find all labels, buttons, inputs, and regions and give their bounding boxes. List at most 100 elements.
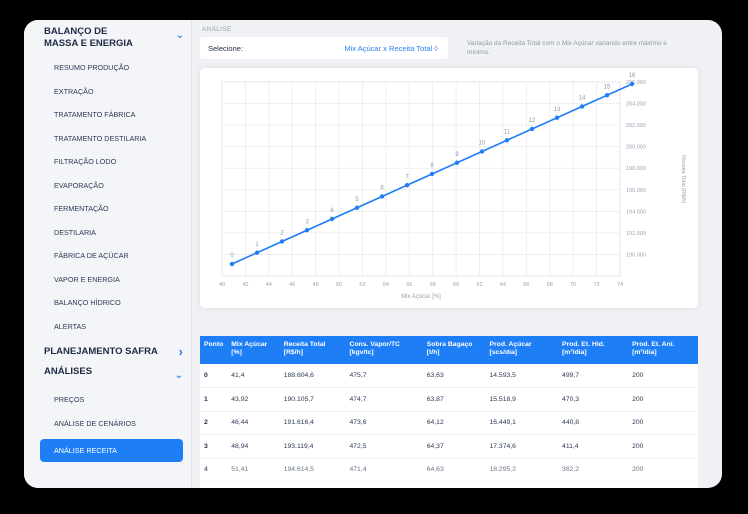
data-point <box>329 216 335 222</box>
sidebar-item-fabrica-de-acucar[interactable]: FÁBRICA DE AÇÚCAR <box>24 244 191 268</box>
point-label: 9 <box>455 152 459 158</box>
table-cell: 64,12 <box>422 411 486 435</box>
sidebar-item-filtracao-lodo[interactable]: FILTRAÇÃO LODO <box>24 150 191 174</box>
sidebar-item-alertas[interactable]: ALERTAS <box>24 315 191 339</box>
revenue-line-chart: 40 42 44 46 48 50 52 54 56 58 60 62 64 66 68 70 72 74190.… <box>219 73 686 300</box>
selector-value[interactable]: Mix Açúcar x Receita Total ◊ <box>344 44 438 53</box>
sidebar-item-extracao[interactable]: EXTRAÇÃO <box>24 80 191 104</box>
table-cell: 64,63 <box>422 458 486 482</box>
table-row: 0 41,4 188.604,6 475,7 63,63 14.593,5 499,7 200 <box>200 364 698 388</box>
sidebar-item-evaporacao[interactable]: EVAPORAÇÃO <box>24 174 191 198</box>
data-point <box>304 228 310 233</box>
table-cell: 5 <box>200 481 228 488</box>
sidebar-item-destilaria[interactable]: DESTILARIA <box>24 221 191 245</box>
point-label: 16 <box>629 73 636 79</box>
data-point <box>479 149 485 154</box>
results-table: Ponto Mix Açúcar [%] Receita Total [R$/h] C… <box>200 336 698 488</box>
sidebar-section-title: PLANEJAMENTO SAFRA <box>44 346 158 357</box>
chevron-down-icon[interactable]: ⌄ <box>176 30 184 42</box>
x-tick-label: 64 <box>500 282 506 288</box>
x-tick-label: 66 <box>523 282 529 288</box>
table-cell: 19.895,2 <box>485 481 559 488</box>
data-point <box>579 104 585 109</box>
table-cell: 200 <box>628 481 698 488</box>
point-label: 3 <box>305 219 309 225</box>
table-cell: 197.160,4 <box>279 481 346 488</box>
data-point <box>254 250 260 255</box>
table-cell: 65,04 <box>422 481 486 488</box>
table-cell: 475,7 <box>345 364 423 388</box>
chevron-down-icon[interactable]: ⌄ <box>175 370 183 382</box>
data-point <box>629 81 635 87</box>
data-point <box>604 93 610 98</box>
y-tick-label: 200.000 <box>626 145 646 151</box>
x-tick-label: 52 <box>359 282 365 288</box>
data-point <box>379 194 385 199</box>
sidebar-item-tratamento-destilaria[interactable]: TRATAMENTO DESTILARIA <box>24 127 191 151</box>
breadcrumb: ANÁLISE <box>202 26 232 33</box>
table-cell: 200 <box>628 387 698 412</box>
table-cell: 440,8 <box>558 411 629 435</box>
point-label: 2 <box>280 231 284 237</box>
x-axis-label: Mix Açúcar [%] <box>401 294 441 300</box>
table-cell: 188.604,6 <box>279 364 346 388</box>
analysis-selector[interactable]: Selecione: Mix Açúcar x Receita Total ◊ <box>200 37 448 59</box>
table-cell: 470,3 <box>558 387 629 412</box>
table-cell: 41,4 <box>227 364 280 388</box>
y-tick-label: 202.000 <box>626 123 646 129</box>
data-point <box>404 183 410 188</box>
sidebar-item-tratamento-fabrica[interactable]: TRATAMENTO FÁBRICA <box>24 103 191 127</box>
column-header-prod-acucar-scs-dia: Prod. Açúcar [scs/dia] <box>489 341 532 356</box>
sidebar-section-balanco-de-massa-e-energia[interactable]: BALANÇO DE MASSA E ENERGIA ⌄ <box>24 26 192 50</box>
table-cell: 472,5 <box>345 434 423 459</box>
table-cell: 191.616,4 <box>279 411 346 435</box>
table-cell: 194.614,5 <box>279 458 346 482</box>
sidebar-item-vapor-e-energia[interactable]: VAPOR E ENERGIA <box>24 268 191 292</box>
selector-label: Selecione: <box>208 44 244 53</box>
sidebar-section-planejamento-safra[interactable]: PLANEJAMENTO SAFRA › <box>24 345 191 358</box>
table-cell: 2 <box>200 411 228 435</box>
table-cell: 473,6 <box>345 411 423 435</box>
sidebar-item-analise-receita[interactable]: ANÁLISE RECEITA <box>40 439 183 462</box>
data-point <box>554 115 560 120</box>
x-tick-label: 68 <box>547 282 553 288</box>
table-row: 2 46,44 191.616,4 473,6 64,12 16.449,1 440,8 20… <box>200 411 698 435</box>
point-label: 6 <box>380 186 384 192</box>
x-tick-label: 70 <box>570 282 576 288</box>
table-cell: 331,1 <box>558 481 629 488</box>
table-row: 4 51,41 194.614,5 471,4 64,63 18.295,2 382,2 20… <box>200 458 698 482</box>
x-tick-label: 56 <box>406 282 412 288</box>
sidebar-item-analise-de-cenarios[interactable]: ANÁLISE DE CENÁRIOS <box>24 412 191 436</box>
x-tick-label: 44 <box>266 282 272 288</box>
x-tick-label: 42 <box>242 282 248 288</box>
point-label: 1 <box>255 242 259 248</box>
table-cell: 4 <box>200 458 228 482</box>
x-tick-label: 46 <box>289 282 295 288</box>
x-tick-label: 50 <box>336 282 342 288</box>
table-cell: 1 <box>200 387 228 412</box>
x-tick-label: 58 <box>430 282 436 288</box>
table-cell: 55,68 <box>227 481 280 488</box>
point-label: 15 <box>604 84 611 90</box>
chevron-right-icon[interactable]: › <box>179 345 183 358</box>
x-tick-label: 72 <box>594 282 600 288</box>
sidebar-item-resumo-producao[interactable]: RESUMO PRODUÇÃO <box>24 56 191 80</box>
column-header-prod-et-hid-m-dia: Prod. Et. Hid. [m³/dia] <box>562 341 605 356</box>
column-header-receita-total-r-h: Receita Total [R$/h] <box>283 341 326 356</box>
sidebar-section-analises[interactable]: ANÁLISES ⌄ <box>24 366 191 382</box>
point-label: 14 <box>579 96 586 102</box>
sidebar-item-balanco-hidrico[interactable]: BALANÇO HÍDRICO <box>24 291 191 315</box>
column-header-mix-acucar: Mix Açúcar [%] <box>231 341 268 356</box>
data-point <box>504 138 510 143</box>
y-tick-label: 192.000 <box>626 231 646 237</box>
table-cell: 43,92 <box>227 387 280 412</box>
y-tick-label: 198.000 <box>626 166 646 172</box>
sidebar-item-precos[interactable]: PREÇOS <box>24 388 191 412</box>
sidebar-item-fermentacao[interactable]: FERMENTAÇÃO <box>24 197 191 221</box>
table-cell: 64,37 <box>422 434 486 459</box>
column-header-ponto: Ponto <box>204 341 224 348</box>
table-cell: 46,44 <box>227 411 280 435</box>
table-row: 555,68197.160,4469,565,0419.895,2331,120… <box>200 481 698 488</box>
table-cell: 411,4 <box>558 434 629 459</box>
table-cell: 63,87 <box>422 387 486 412</box>
